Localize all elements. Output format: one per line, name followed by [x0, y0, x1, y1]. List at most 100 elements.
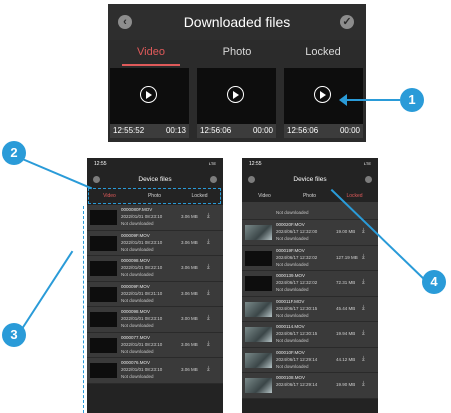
file-name: 0000080F.MOV — [121, 207, 153, 212]
file-size: 44.12 MB — [336, 356, 356, 362]
download-icon[interactable]: ⤓ — [362, 279, 365, 286]
thumbnail-info-bar: 12:55:52 00:13 — [110, 124, 189, 138]
video-thumbnail — [245, 250, 272, 266]
video-thumbnail — [90, 210, 117, 225]
video-thumbnail[interactable]: 12:56:06 00:00 — [284, 68, 363, 138]
video-time: 12:56:06 — [287, 126, 319, 135]
file-size: 127.19 MB — [336, 254, 358, 260]
check-icon[interactable] — [210, 176, 217, 183]
video-thumbnail — [245, 352, 272, 368]
file-date: 2024/06/17 12:32:02 — [276, 280, 318, 285]
video-thumbnail — [245, 327, 272, 342]
video-thumbnail — [90, 312, 117, 327]
download-icon[interactable]: ⤓ — [207, 290, 210, 297]
list-item[interactable]: 0000114.MOV 2024/06/17 12:30:15 19.94 MB… — [242, 322, 378, 348]
file-size: 3.06 MB — [181, 341, 198, 347]
tab-locked[interactable]: Locked — [280, 46, 366, 58]
tab-video[interactable]: Video — [242, 193, 287, 199]
file-size: 3.06 MB — [181, 214, 198, 219]
callout-1-line — [344, 99, 400, 101]
file-date: 2024/06/17 12:30:15 — [276, 331, 318, 336]
list-item[interactable]: 000019F.MOV 2024/06/17 12:32:02 127.19 M… — [242, 245, 378, 271]
list-item[interactable]: 0000076.MOV 2022/01/01 08:23:10 3.06 MB … — [87, 358, 223, 384]
list-item[interactable]: 0000139.MOV 2024/06/17 12:32:02 72.31 MB… — [242, 271, 378, 297]
file-date: 2022/01/01 08:23:10 — [121, 341, 163, 347]
video-thumbnail — [245, 378, 272, 393]
signal-indicator: LTE — [363, 161, 371, 166]
list-item[interactable]: 000011F.MOV 2024/06/17 12:30:15 45.44 MB… — [242, 296, 378, 322]
download-icon[interactable]: ⤓ — [362, 381, 365, 388]
arrow-head-1 — [339, 94, 347, 106]
file-name: 0000076.MOV — [121, 360, 151, 365]
list-item[interactable]: 000009F.MOV 2022/01/01 08:21:10 3.06 MB … — [87, 281, 223, 307]
video-thumbnail — [90, 337, 117, 353]
file-name: 0000077.MOV — [121, 334, 151, 340]
download-icon[interactable]: ⤓ — [362, 228, 365, 235]
download-icon[interactable]: ⤓ — [362, 356, 365, 363]
download-status: Not downloaded — [276, 236, 309, 241]
play-icon[interactable] — [314, 86, 331, 103]
video-thumbnail — [90, 261, 117, 276]
video-thumbnail — [245, 276, 272, 291]
list-item[interactable]: 0000080F.MOV 2022/01/01 08:23:10 3.06 MB… — [87, 205, 223, 231]
file-size: 45.44 MB — [336, 305, 356, 311]
thumbnail-info-bar: 12:56:06 00:00 — [284, 124, 363, 138]
play-icon[interactable] — [227, 86, 244, 103]
video-thumbnail — [90, 235, 117, 251]
list-item[interactable]: 000009F.MOV 2022/01/01 08:23:10 3.06 MB … — [87, 230, 223, 256]
download-icon[interactable]: ⤓ — [207, 341, 210, 348]
file-name: 000020F.MOV — [276, 222, 305, 227]
check-icon[interactable]: ✓ — [340, 15, 354, 29]
callout-3-line — [17, 250, 74, 336]
active-tab-indicator — [122, 64, 180, 66]
check-icon[interactable] — [365, 176, 372, 183]
video-time: 12:56:06 — [200, 126, 232, 135]
tab-photo[interactable]: Photo — [287, 193, 332, 199]
tab-video[interactable]: Video — [108, 46, 194, 58]
file-date: 2022/01/01 08:21:10 — [121, 290, 163, 296]
download-icon[interactable]: ⤓ — [362, 305, 365, 312]
page-title: Device files — [138, 176, 172, 183]
list-item[interactable]: 0000098.MOV 2022/01/01 08:22:10 3.06 MB … — [87, 256, 223, 282]
video-thumbnail — [245, 225, 272, 240]
list-item[interactable]: 000010F.MOV 2024/06/17 12:29:14 44.12 MB… — [242, 347, 378, 373]
status-time: 12:55 — [94, 161, 107, 167]
file-date: 2024/06/17 12:29:14 — [276, 356, 318, 362]
file-name: 000010F.MOV — [276, 349, 305, 355]
file-name: 0000098.MOV — [121, 309, 151, 314]
file-name: 000009F.MOV — [121, 283, 150, 289]
download-status: Not downloaded — [121, 297, 154, 303]
download-status: Not downloaded — [121, 221, 154, 226]
download-status: Not downloaded — [121, 323, 154, 328]
download-icon[interactable]: ⤓ — [362, 330, 365, 337]
list-item[interactable]: 0000098.MOV 2022/01/01 08:23:10 3.00 MB … — [87, 307, 223, 333]
file-size: 3.06 MB — [181, 367, 198, 372]
download-icon[interactable]: ⤓ — [207, 213, 210, 220]
play-icon[interactable] — [140, 86, 157, 103]
video-time: 12:55:52 — [113, 126, 145, 135]
file-name: 000011F.MOV — [276, 298, 305, 304]
device-files-screen-right: 12:55 LTE Device files Video Photo Locke… — [242, 158, 378, 413]
file-size: 19.00 MB — [336, 229, 356, 234]
download-icon[interactable]: ⤓ — [207, 264, 210, 271]
list-item[interactable]: 000020F.MOV 2024/06/17 12:32:00 19.00 MB… — [242, 220, 378, 246]
callout-4: 4 — [422, 270, 446, 294]
download-icon[interactable]: ⤓ — [207, 239, 210, 246]
tab-photo[interactable]: Photo — [194, 46, 280, 58]
download-icon[interactable]: ⤓ — [207, 315, 210, 322]
download-icon[interactable]: ⤓ — [362, 254, 365, 261]
list-item[interactable]: 0000108.MOV 2024/06/17 12:29:14 19.90 MB… — [242, 373, 378, 399]
file-size: 3.06 MB — [181, 265, 198, 270]
video-thumbnail — [90, 286, 117, 302]
video-thumbnail[interactable]: 12:55:52 00:13 — [110, 68, 189, 138]
callout-2-line — [19, 157, 93, 190]
list-item[interactable]: 0000077.MOV 2022/01/01 08:23:10 3.06 MB … — [87, 332, 223, 358]
file-date: 2024/06/17 12:29:14 — [276, 382, 318, 387]
download-status: Not downloaded — [276, 287, 309, 292]
video-thumbnail[interactable]: 12:56:06 00:00 — [197, 68, 276, 138]
download-status: Not downloaded — [276, 261, 309, 267]
file-name: 000009F.MOV — [121, 232, 150, 238]
download-icon[interactable]: ⤓ — [207, 366, 210, 373]
file-date: 2024/06/17 12:30:15 — [276, 305, 318, 311]
file-date: 2024/06/17 12:32:00 — [276, 229, 318, 234]
